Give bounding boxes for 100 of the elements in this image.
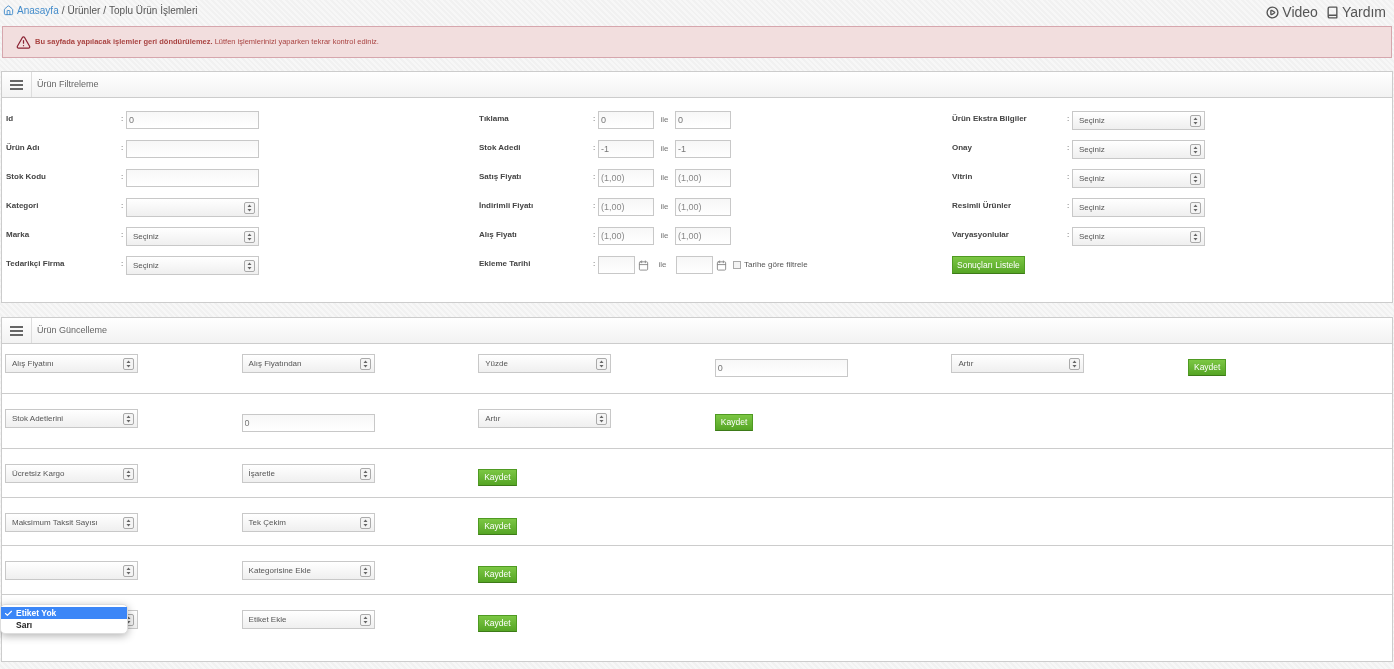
input-field[interactable]: 0 xyxy=(675,111,731,129)
play-icon xyxy=(1266,6,1280,19)
colon: : xyxy=(121,258,125,270)
field-label: Ekleme Tarihi xyxy=(479,258,532,270)
field-label: Alış Fiyatı xyxy=(479,229,518,241)
sort-arrows-icon xyxy=(244,259,255,272)
input-field[interactable]: 0 xyxy=(241,414,375,432)
book-icon xyxy=(1325,6,1339,19)
sort-arrows-icon xyxy=(1190,230,1201,243)
colon: : xyxy=(121,229,125,241)
breadcrumb-separator: / xyxy=(61,4,65,18)
sort-arrows-icon xyxy=(359,357,371,370)
field-label: Onay xyxy=(952,142,973,154)
input-field[interactable] xyxy=(126,169,259,187)
colon: : xyxy=(593,142,597,154)
colon: : xyxy=(593,258,597,270)
sort-arrows-icon xyxy=(244,201,255,214)
field-label: Resimli Ürünler xyxy=(952,200,1013,212)
range-joiner: ile xyxy=(657,259,668,271)
breadcrumb-item: Ürünler xyxy=(67,4,101,18)
colon: : xyxy=(593,113,597,125)
calendar-icon[interactable] xyxy=(638,259,649,271)
input-field[interactable]: 0 xyxy=(714,359,848,377)
input-field[interactable]: 0 xyxy=(126,111,259,129)
input-field[interactable]: (1,00) xyxy=(675,227,731,245)
select-field[interactable]: Artır xyxy=(478,409,612,428)
select-field[interactable]: Seçiniz xyxy=(1072,111,1205,130)
select-field[interactable]: Seçiniz xyxy=(126,227,259,246)
sort-arrows-icon xyxy=(596,412,608,425)
colon: : xyxy=(121,171,125,183)
field-label: Stok Kodu xyxy=(6,171,47,183)
sort-arrows-icon xyxy=(359,516,371,529)
sort-arrows-icon xyxy=(1069,357,1081,370)
range-joiner: ile xyxy=(659,230,670,242)
calendar-icon[interactable] xyxy=(716,259,727,271)
range-joiner: ile xyxy=(659,172,670,184)
colon: : xyxy=(1067,171,1071,183)
sort-arrows-icon xyxy=(1190,143,1201,156)
breadcrumb-separator: / xyxy=(103,4,107,18)
input-field[interactable]: -1 xyxy=(598,140,654,158)
panel-title: Ürün Filtreleme xyxy=(36,77,99,91)
select-field[interactable]: Seçiniz xyxy=(1072,198,1205,217)
field-label: Ürün Ekstra Bilgiler xyxy=(952,113,1028,125)
field-label: İndirimli Fiyatı xyxy=(479,200,535,212)
select-field[interactable]: Maksimum Taksit Sayısı xyxy=(5,513,138,532)
select-field[interactable]: İşaretle xyxy=(241,464,375,483)
input-field[interactable]: (1,00) xyxy=(598,169,654,187)
colon: : xyxy=(593,171,597,183)
select-field[interactable]: Alış Fiyatından xyxy=(241,354,375,373)
menu-icon xyxy=(10,325,23,336)
input-field[interactable] xyxy=(676,256,713,274)
select-field[interactable]: Yüzde xyxy=(478,354,612,373)
sort-arrows-icon xyxy=(244,230,255,243)
input-field[interactable]: (1,00) xyxy=(598,227,654,245)
input-field[interactable]: 0 xyxy=(598,111,654,129)
range-joiner: ile xyxy=(659,201,670,213)
sort-arrows-icon xyxy=(359,564,371,577)
menu-icon xyxy=(10,79,23,90)
select-field[interactable]: Artır xyxy=(951,354,1085,373)
field-label: Stok Adedi xyxy=(479,142,522,154)
input-field[interactable]: (1,00) xyxy=(675,169,731,187)
select-field[interactable]: Alış Fiyatını xyxy=(5,354,138,373)
select-field[interactable]: Kategorisine Ekle xyxy=(241,561,375,580)
colon: : xyxy=(121,200,125,212)
colon: : xyxy=(1067,200,1071,212)
sort-arrows-icon xyxy=(1190,201,1201,214)
dropdown-option[interactable]: Etiket Yok xyxy=(1,607,127,619)
select-field[interactable]: Etiket Ekle xyxy=(241,610,375,629)
date-filter-checkbox[interactable] xyxy=(733,261,741,269)
input-field[interactable] xyxy=(598,256,635,274)
select-field[interactable]: Seçiniz xyxy=(126,256,259,275)
range-joiner: ile xyxy=(659,143,670,155)
select-field[interactable]: Seçiniz xyxy=(1072,169,1205,188)
select-field[interactable]: Seçiniz xyxy=(1072,227,1205,246)
sort-arrows-icon xyxy=(1190,172,1201,185)
field-label: Marka xyxy=(6,229,31,241)
colon: : xyxy=(1067,142,1071,154)
select-field[interactable] xyxy=(126,198,259,217)
sort-arrows-icon xyxy=(123,516,134,529)
select-field[interactable] xyxy=(5,561,138,580)
sort-arrows-icon xyxy=(359,613,371,626)
field-label: Tıklama xyxy=(479,113,510,125)
dropdown-option[interactable]: Sarı xyxy=(1,619,127,631)
select-field[interactable]: Tek Çekim xyxy=(241,513,375,532)
video-link[interactable]: Video xyxy=(1266,2,1318,23)
input-field[interactable]: -1 xyxy=(675,140,731,158)
input-field[interactable]: (1,00) xyxy=(675,198,731,216)
input-field[interactable]: (1,00) xyxy=(598,198,654,216)
select-field[interactable]: Seçiniz xyxy=(1072,140,1205,159)
select-field[interactable]: Stok Adetlerini xyxy=(5,409,138,428)
select-field[interactable]: Ücretsiz Kargo xyxy=(5,464,138,483)
sort-arrows-icon xyxy=(596,357,608,370)
input-field[interactable] xyxy=(126,140,259,158)
field-label: Satış Fiyatı xyxy=(479,171,523,183)
field-label: Id xyxy=(6,113,15,125)
colon: : xyxy=(121,113,125,125)
field-label: Tedarikçi Firma xyxy=(6,258,66,270)
sort-arrows-icon xyxy=(123,357,134,370)
colon: : xyxy=(593,229,597,241)
help-link[interactable]: Yardım xyxy=(1325,2,1386,23)
